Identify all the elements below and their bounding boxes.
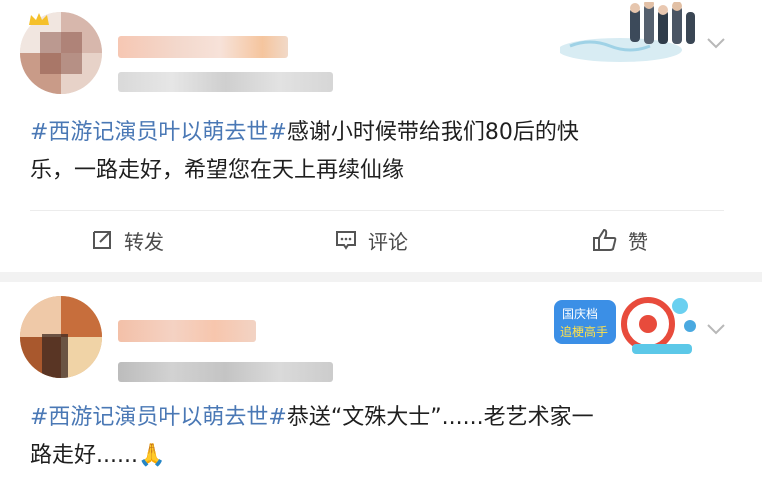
- post-actions: 转发 评论 赞: [0, 220, 762, 260]
- comment-button[interactable]: 评论: [334, 220, 408, 260]
- praying-hands-emoji: 🙏: [137, 443, 166, 468]
- card-badge-national-day: 国庆档 追梗高手: [554, 297, 696, 354]
- post-text-line: 路走好......: [30, 443, 138, 468]
- hashtag-link[interactable]: #西游记演员叶以萌去世#: [30, 405, 287, 430]
- chevron-down-icon[interactable]: [704, 34, 728, 52]
- post-text: #西游记演员叶以萌去世#恭送“文殊大士”......老艺术家一 路走好.....…: [30, 399, 732, 475]
- repost-icon: [93, 231, 111, 249]
- feed-post-1: #西游记演员叶以萌去世#感谢小时候带给我们80后的快 乐，一路走好，希望您在天上…: [0, 0, 762, 272]
- post-meta-blurred: [118, 72, 333, 92]
- divider: [30, 210, 724, 211]
- post-text-line: 乐，一路走好，希望您在天上再续仙缘: [30, 158, 405, 183]
- feed-separator: [0, 272, 762, 282]
- repost-button[interactable]: 转发: [90, 220, 164, 260]
- post-text: #西游记演员叶以萌去世#感谢小时候带给我们80后的快 乐，一路走好，希望您在天上…: [30, 114, 732, 190]
- crown-icon: [29, 13, 49, 25]
- username-blurred[interactable]: [118, 320, 256, 342]
- badge-text: 国庆档: [562, 307, 598, 321]
- like-label: 赞: [628, 229, 648, 254]
- like-icon: [593, 228, 617, 251]
- post-text-line: 恭送“文殊大士”......老艺术家一: [286, 405, 594, 430]
- hashtag-link[interactable]: #西游记演员叶以萌去世#: [30, 120, 287, 145]
- post-text-line: 感谢小时候带给我们80后的快: [286, 120, 579, 145]
- repost-label: 转发: [124, 229, 164, 254]
- decorative-card-badge: [560, 2, 695, 62]
- like-button[interactable]: 赞: [592, 220, 648, 260]
- feed-post-2: 国庆档 追梗高手 #西游记演员叶以萌去世#恭送“文殊大士”......老艺术家一…: [0, 282, 762, 492]
- post-meta-blurred: [118, 362, 333, 382]
- comment-icon: [336, 231, 356, 250]
- chevron-down-icon[interactable]: [704, 320, 728, 338]
- badge-text: 追梗高手: [560, 324, 608, 339]
- comment-label: 评论: [368, 229, 408, 254]
- avatar[interactable]: [20, 296, 102, 378]
- username-blurred[interactable]: [118, 36, 288, 58]
